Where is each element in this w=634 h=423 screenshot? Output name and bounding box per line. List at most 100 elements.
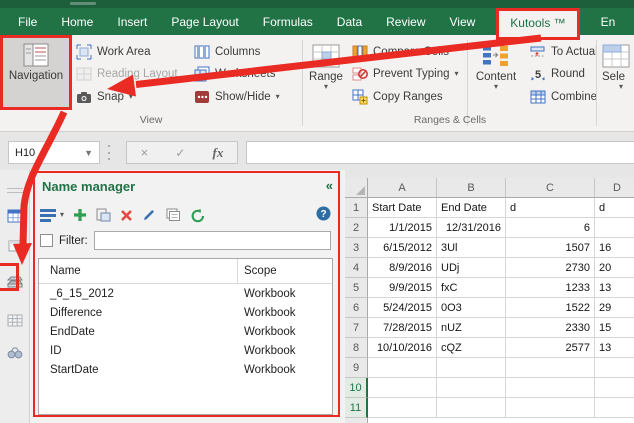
row-header-9[interactable]: 9 bbox=[345, 358, 368, 378]
row-header-3[interactable]: 3 bbox=[345, 238, 368, 258]
cell[interactable] bbox=[437, 358, 506, 378]
cell[interactable]: 7/28/2015 bbox=[368, 318, 437, 338]
tab-view[interactable]: View bbox=[450, 8, 476, 35]
cell[interactable]: 2330 bbox=[506, 318, 595, 338]
cell[interactable]: 12/31/2016 bbox=[437, 218, 506, 238]
cell[interactable] bbox=[595, 358, 634, 378]
range-button[interactable]: Range ▾ bbox=[304, 37, 348, 108]
cell[interactable]: 13 bbox=[595, 278, 634, 298]
cell[interactable]: 1/1/2015 bbox=[368, 218, 437, 238]
tab-review[interactable]: Review bbox=[386, 8, 425, 35]
cell[interactable] bbox=[506, 378, 595, 398]
show-hide-button[interactable]: Show/Hide ▾ bbox=[194, 88, 280, 106]
filter-checkbox[interactable] bbox=[40, 234, 53, 247]
collapse-pane-icon[interactable]: « bbox=[326, 178, 333, 193]
copy-ranges-button[interactable]: Copy Ranges bbox=[352, 88, 443, 106]
name-box-dropdown-caret[interactable]: ▼ bbox=[84, 148, 99, 158]
name-column-header[interactable]: Name bbox=[39, 265, 237, 277]
select-all-corner[interactable] bbox=[345, 178, 368, 198]
help-button[interactable]: ? bbox=[316, 206, 331, 226]
round-button[interactable]: 5 Round bbox=[530, 65, 585, 83]
tab-kutools[interactable]: Kutools ™ bbox=[496, 8, 580, 40]
compare-cells-button[interactable]: Compare Cells bbox=[352, 43, 449, 61]
cell[interactable] bbox=[595, 398, 634, 418]
cell[interactable]: 16 bbox=[595, 238, 634, 258]
sidebar-item-column-list[interactable] bbox=[0, 308, 30, 332]
columns-button[interactable]: Columns bbox=[194, 43, 260, 61]
content-button[interactable]: Content ▾ bbox=[470, 37, 522, 108]
name-list-row[interactable]: Difference Workbook bbox=[39, 303, 332, 322]
cell[interactable]: 9/9/2015 bbox=[368, 278, 437, 298]
row-header-12[interactable] bbox=[345, 418, 368, 423]
row-header-2[interactable]: 2 bbox=[345, 218, 368, 238]
cell[interactable]: 20 bbox=[595, 258, 634, 278]
reading-layout-button[interactable]: Reading Layout bbox=[76, 65, 178, 83]
tab-formulas[interactable]: Formulas bbox=[263, 8, 313, 35]
scope-column-header[interactable]: Scope bbox=[237, 259, 332, 283]
name-list-row[interactable]: ID Workbook bbox=[39, 341, 332, 360]
sidebar-item-worksheet[interactable] bbox=[0, 234, 30, 258]
work-area-button[interactable]: Work Area bbox=[76, 43, 150, 61]
insert-function-icon[interactable]: fx bbox=[213, 145, 224, 161]
sidebar-item-workbook[interactable] bbox=[0, 204, 30, 228]
navigation-button[interactable]: Navigation bbox=[0, 35, 72, 110]
cell[interactable]: 10/10/2016 bbox=[368, 338, 437, 358]
cell[interactable]: 1507 bbox=[506, 238, 595, 258]
name-list-row[interactable]: EndDate Workbook bbox=[39, 322, 332, 341]
cell[interactable] bbox=[368, 398, 437, 418]
cell[interactable]: 6 bbox=[506, 218, 595, 238]
formula-input[interactable] bbox=[246, 141, 634, 164]
sidebar-item-name-manager[interactable] bbox=[0, 263, 30, 294]
cell[interactable]: UDj bbox=[437, 258, 506, 278]
name-list-row[interactable]: StartDate Workbook bbox=[39, 360, 332, 379]
select-button[interactable]: Sele ▾ bbox=[600, 37, 634, 108]
row-header-5[interactable]: 5 bbox=[345, 278, 368, 298]
row-header-1[interactable]: 1 bbox=[345, 198, 368, 218]
tab-en[interactable]: En bbox=[601, 8, 616, 35]
name-list-row[interactable]: _6_15_2012 Workbook bbox=[39, 284, 332, 303]
cell[interactable]: Start Date bbox=[368, 198, 437, 218]
quick-access-toolbar[interactable] bbox=[70, 2, 96, 5]
cell[interactable]: 1233 bbox=[506, 278, 595, 298]
tab-home[interactable]: Home bbox=[61, 8, 93, 35]
cell[interactable]: End Date bbox=[437, 198, 506, 218]
cell[interactable] bbox=[595, 378, 634, 398]
enter-icon[interactable]: ✓ bbox=[175, 146, 185, 160]
cell[interactable]: d bbox=[506, 198, 595, 218]
cell[interactable]: 0O3 bbox=[437, 298, 506, 318]
cell[interactable]: 8/9/2016 bbox=[368, 258, 437, 278]
cell[interactable] bbox=[437, 378, 506, 398]
cell[interactable]: 6/15/2012 bbox=[368, 238, 437, 258]
filter-input[interactable] bbox=[93, 231, 331, 250]
cell[interactable]: 2577 bbox=[506, 338, 595, 358]
cell[interactable]: cQZ bbox=[437, 338, 506, 358]
name-box[interactable]: H10 ▼ bbox=[8, 141, 100, 164]
cell[interactable] bbox=[368, 378, 437, 398]
sidebar-item-find[interactable] bbox=[0, 340, 30, 364]
pane-resize-handle[interactable] bbox=[7, 188, 23, 193]
delete-name-icon[interactable] bbox=[120, 209, 133, 222]
row-header-4[interactable]: 4 bbox=[345, 258, 368, 278]
cell[interactable] bbox=[595, 218, 634, 238]
tab-page-layout[interactable]: Page Layout bbox=[171, 8, 238, 35]
cell[interactable]: 2730 bbox=[506, 258, 595, 278]
worksheets-button[interactable]: Worksheets bbox=[194, 65, 276, 83]
row-header-11[interactable]: 11 bbox=[345, 398, 368, 418]
view-menu-button[interactable]: ▾ bbox=[40, 208, 64, 222]
edit-name-icon[interactable] bbox=[142, 208, 156, 222]
cell[interactable] bbox=[506, 358, 595, 378]
row-header-7[interactable]: 7 bbox=[345, 318, 368, 338]
cell[interactable]: nUZ bbox=[437, 318, 506, 338]
refresh-icon[interactable] bbox=[190, 208, 206, 223]
prevent-typing-button[interactable]: Prevent Typing ▾ bbox=[352, 65, 459, 83]
cell[interactable]: 5/24/2015 bbox=[368, 298, 437, 318]
cell[interactable]: d bbox=[595, 198, 634, 218]
column-header-b[interactable]: B bbox=[437, 178, 506, 198]
add-name-icon[interactable] bbox=[73, 208, 87, 222]
cell[interactable]: 1522 bbox=[506, 298, 595, 318]
column-header-a[interactable]: A bbox=[368, 178, 437, 198]
snap-button[interactable]: Snap ▾ bbox=[76, 88, 133, 106]
row-header-6[interactable]: 6 bbox=[345, 298, 368, 318]
row-header-10[interactable]: 10 bbox=[345, 378, 368, 398]
cell[interactable]: 3Ul bbox=[437, 238, 506, 258]
